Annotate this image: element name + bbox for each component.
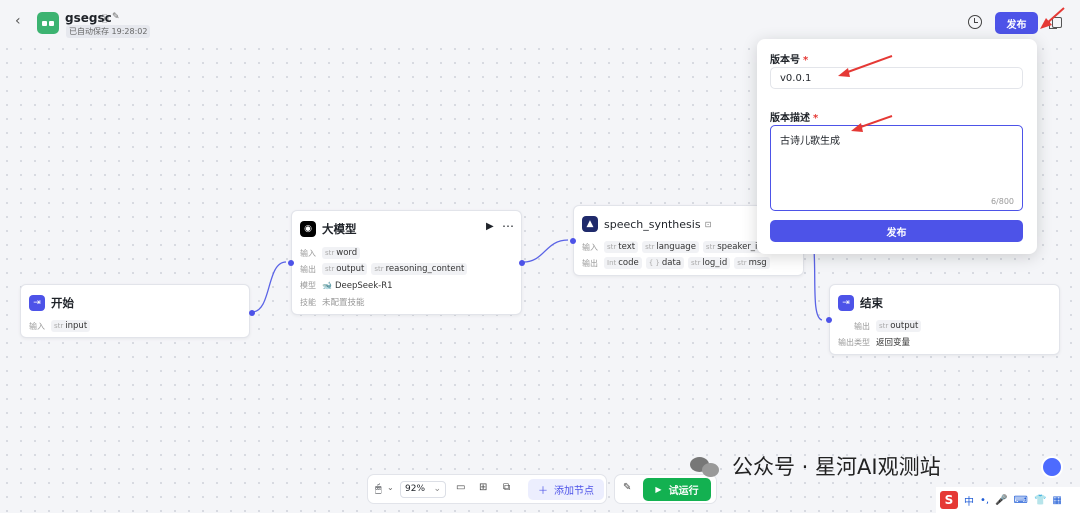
annotation-arrows bbox=[838, 7, 1065, 132]
annotation-arrow bbox=[844, 55, 893, 74]
annotation-arrow bbox=[857, 115, 893, 129]
